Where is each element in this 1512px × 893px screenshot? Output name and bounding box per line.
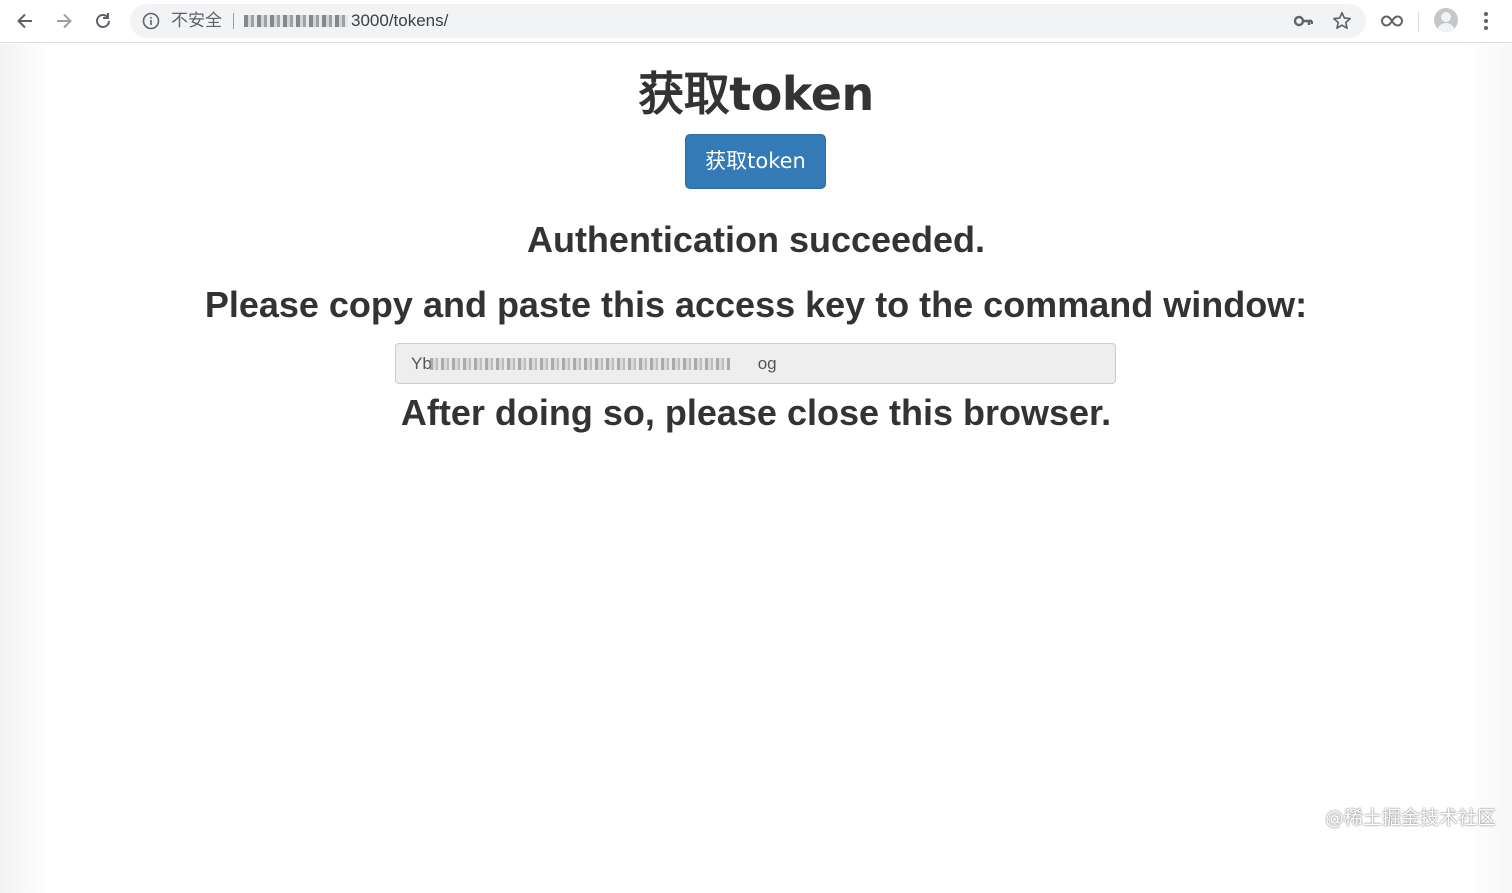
avatar-icon[interactable] bbox=[1434, 8, 1458, 32]
reload-button[interactable] bbox=[88, 6, 118, 36]
page-title: 获取token bbox=[638, 67, 874, 121]
watermark: @稀土掘金技术社区 bbox=[1325, 807, 1497, 829]
forward-button[interactable] bbox=[49, 6, 79, 36]
get-token-button[interactable]: 获取token bbox=[685, 134, 826, 189]
star-icon[interactable] bbox=[1331, 10, 1353, 32]
back-button[interactable] bbox=[10, 6, 40, 36]
more-vert-icon bbox=[1484, 12, 1488, 30]
extension-icon bbox=[1381, 15, 1403, 27]
url-host-redacted bbox=[244, 15, 348, 27]
page-content: 获取token 获取token Authentication succeeded… bbox=[0, 44, 1512, 893]
success-message: Authentication succeeded. bbox=[526, 219, 986, 260]
arrow-left-icon bbox=[17, 13, 32, 29]
access-key-field[interactable] bbox=[395, 343, 1116, 384]
info-icon[interactable] bbox=[142, 12, 160, 30]
browser-toolbar: 不安全 3000/tokens/ bbox=[0, 0, 1512, 43]
security-status-label[interactable]: 不安全 bbox=[171, 11, 222, 31]
address-bar[interactable]: 不安全 3000/tokens/ bbox=[130, 4, 1366, 38]
key-icon[interactable] bbox=[1293, 12, 1313, 30]
arrow-right-icon bbox=[57, 13, 72, 29]
reload-icon bbox=[96, 13, 110, 28]
instruction-message: Please copy and paste this access key to… bbox=[204, 284, 1308, 325]
omnibox-separator bbox=[233, 13, 234, 29]
more-menu-button[interactable] bbox=[1471, 6, 1501, 36]
url-path[interactable]: 3000/tokens/ bbox=[351, 11, 448, 31]
toolbar-divider bbox=[1418, 12, 1419, 32]
extension-button[interactable] bbox=[1377, 6, 1407, 36]
close-message: After doing so, please close this browse… bbox=[400, 392, 1112, 433]
